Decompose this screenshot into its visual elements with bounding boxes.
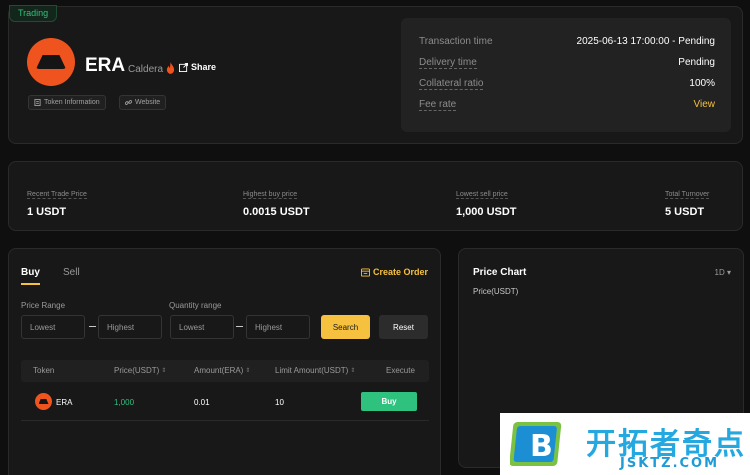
caldera-logo (35, 393, 52, 410)
stat-label: Lowest sell price (456, 191, 508, 199)
trade-card: Buy Sell Create Order Price Range Quanti… (8, 248, 441, 475)
sort-icon: ⇕ (245, 368, 251, 374)
price-range-label: Price Range (21, 301, 66, 310)
watermark-logo-letter: B (530, 429, 553, 464)
orders-table-header: Token Price(USDT) ⇕ Amount(ERA) ⇕ Limit Am… (21, 360, 429, 382)
share-button[interactable]: Share (179, 62, 216, 72)
sort-icon: ⇕ (161, 368, 167, 374)
chart-range-value: 1D (714, 268, 725, 277)
quantity-highest-input[interactable] (246, 315, 310, 339)
token-information-link[interactable]: Token Information (28, 95, 106, 110)
token-header-card: Trading ERA Caldera Share Token Informat… (8, 5, 743, 144)
column-label: Execute (386, 366, 415, 375)
website-link[interactable]: Website (119, 95, 167, 110)
flame-icon (166, 62, 175, 74)
token-name: Caldera (128, 64, 164, 75)
collateral-ratio-value: 100% (689, 78, 715, 89)
column-label: Amount(ERA) (194, 366, 244, 375)
tab-sell[interactable]: Sell (63, 267, 80, 278)
chart-range-select[interactable]: 1D ▾ (715, 268, 731, 277)
link-icon (125, 100, 132, 105)
quantity-lowest-input[interactable] (170, 315, 234, 339)
caldera-logo (27, 38, 75, 86)
row-limit-amount: 10 (275, 398, 284, 407)
chart-unit-label: Price(USDT) (473, 287, 519, 296)
share-icon (179, 62, 188, 72)
token-symbol: ERA (85, 55, 126, 76)
stat-lowest-sell-price: Lowest sell price 1,000 USDT (456, 183, 517, 218)
table-row: ERA 1,000 0.01 10 Buy (21, 385, 429, 421)
token-information-label: Token Information (44, 99, 100, 106)
status-badge: Trading (9, 5, 58, 22)
fee-rate-row: Fee rate View (419, 99, 715, 111)
website-label: Website (135, 99, 161, 106)
stat-recent-trade-price: Recent Trade Price 1 USDT (27, 183, 87, 218)
column-label: Limit Amount(USDT) (275, 366, 349, 375)
column-amount[interactable]: Amount(ERA) ⇕ (194, 366, 250, 375)
reset-button[interactable]: Reset (379, 315, 428, 339)
column-token: Token (33, 366, 54, 375)
site-watermark: B 开拓者奇点 JSKTZ.COM (500, 413, 750, 475)
row-amount: 0.01 (194, 398, 210, 407)
column-limit-amount[interactable]: Limit Amount(USDT) ⇕ (275, 366, 355, 375)
tab-buy[interactable]: Buy (21, 267, 40, 285)
row-token: ERA (56, 398, 73, 407)
create-order-icon (360, 267, 370, 277)
create-order-button[interactable]: Create Order (360, 267, 428, 277)
delivery-time-value: Pending (678, 57, 715, 68)
market-stats-card: Recent Trade Price 1 USDT Highest buy pr… (8, 161, 743, 231)
chevron-down-icon: ▾ (726, 268, 731, 277)
collateral-ratio-label: Collateral ratio (419, 78, 484, 90)
column-execute: Execute (386, 366, 415, 375)
delivery-time-label: Delivery time (419, 57, 477, 69)
share-label: Share (191, 62, 217, 72)
chart-title: Price Chart (473, 267, 527, 278)
stat-total-turnover: Total Turnover 5 USDT (665, 183, 710, 218)
sort-icon: ⇕ (350, 368, 356, 374)
column-label: Token (33, 366, 55, 375)
watermark-subtitle: JSKTZ.COM (620, 456, 720, 471)
transaction-time-value: 2025-06-13 17:00:00 - Pending (576, 36, 715, 47)
row-price: 1,000 (114, 398, 135, 407)
price-highest-input[interactable] (98, 315, 162, 339)
transaction-time-row: Transaction time 2025-06-13 17:00:00 - P… (419, 36, 715, 47)
transaction-info-panel: Transaction time 2025-06-13 17:00:00 - P… (401, 18, 731, 132)
price-lowest-input[interactable] (21, 315, 85, 339)
delivery-time-row: Delivery time Pending (419, 57, 715, 69)
range-separator (89, 326, 96, 327)
range-separator (236, 326, 243, 327)
fee-rate-view-link[interactable]: View (694, 99, 716, 111)
stat-value: 1 USDT (27, 206, 67, 218)
quantity-range-label: Quantity range (169, 301, 222, 310)
fee-rate-label: Fee rate (419, 99, 457, 111)
stat-highest-buy-price: Highest buy price 0.0015 USDT (243, 183, 310, 218)
stat-label: Highest buy price (243, 191, 298, 199)
stat-value: 5 USDT (665, 206, 705, 218)
stat-label: Recent Trade Price (27, 191, 87, 199)
search-button[interactable]: Search (321, 315, 370, 339)
stat-value: 0.0015 USDT (243, 206, 310, 218)
stat-label: Total Turnover (665, 191, 710, 199)
collateral-ratio-row: Collateral ratio 100% (419, 78, 715, 90)
stat-value: 1,000 USDT (456, 206, 517, 218)
watermark-logo: B (510, 422, 562, 466)
buy-button[interactable]: Buy (361, 392, 417, 411)
document-icon (34, 99, 41, 106)
transaction-time-label: Transaction time (419, 36, 493, 47)
create-order-label: Create Order (372, 267, 428, 277)
column-price[interactable]: Price(USDT) ⇕ (114, 366, 166, 375)
column-label: Price(USDT) (114, 366, 160, 375)
